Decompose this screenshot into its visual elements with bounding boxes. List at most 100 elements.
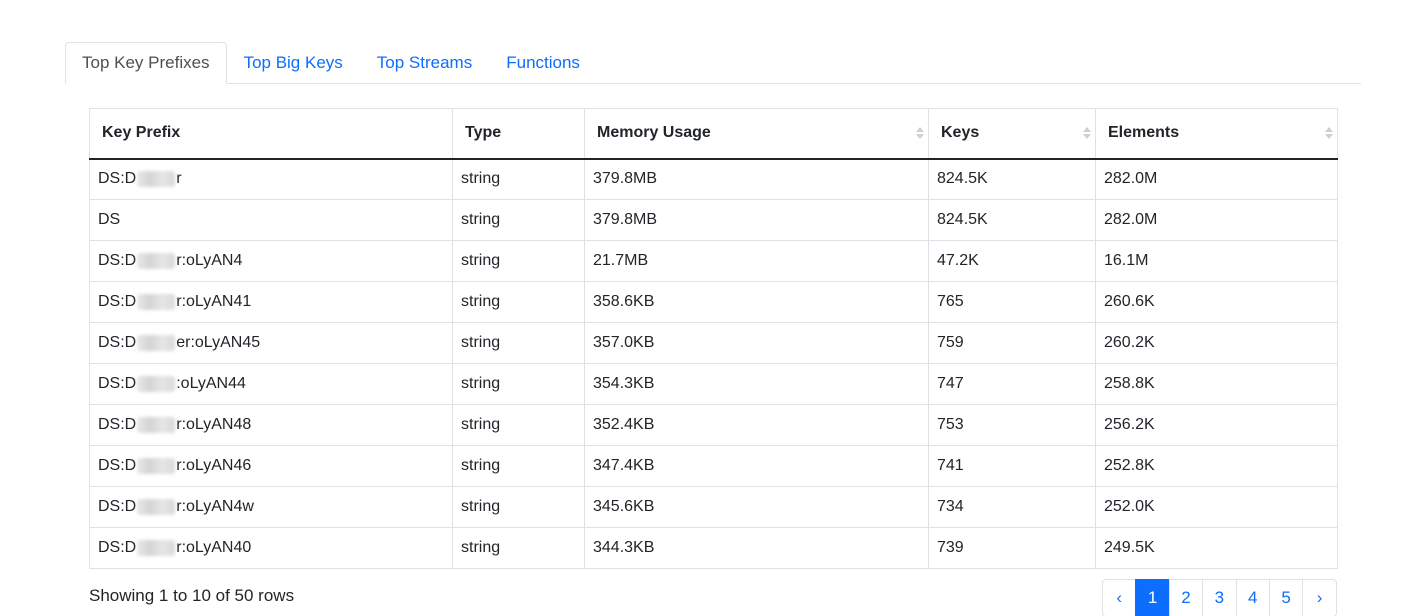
cell-elements: 282.0M (1095, 158, 1338, 200)
table-row: DS:D er:oLyAN45 string 357.0KB 759 260.2K (89, 322, 1338, 364)
pagination-page-3[interactable]: 3 (1202, 579, 1237, 616)
cell-key-prefix: DS (89, 199, 453, 241)
sort-icon[interactable] (1083, 127, 1091, 140)
cell-type: string (452, 199, 585, 241)
key-prefix-start: DS:D (98, 498, 137, 515)
cell-key-prefix: DS:D r:oLyAN4w (89, 486, 453, 528)
column-header-label: Key Prefix (102, 124, 181, 142)
column-header-keys[interactable]: Keys (928, 108, 1096, 160)
cell-keys: 747 (928, 363, 1096, 405)
table-row: DS:D r:oLyAN46 string 347.4KB 741 252.8K (89, 445, 1338, 487)
cell-type: string (452, 281, 585, 323)
redacted-blur (137, 375, 176, 392)
key-prefix-start: DS:D (98, 416, 137, 433)
cell-elements: 252.8K (1095, 445, 1338, 487)
redacted-blur (137, 252, 176, 269)
cell-key-prefix: DS:D r:oLyAN48 (89, 404, 453, 446)
sort-icon[interactable] (916, 127, 924, 140)
cell-memory-usage: 354.3KB (584, 363, 929, 405)
redacted-blur (137, 457, 176, 474)
key-prefix-end: r:oLyAN4 (176, 252, 243, 269)
redacted-blur (137, 416, 176, 433)
cell-keys: 47.2K (928, 240, 1096, 282)
key-prefix-table: Key Prefix Type Memory Usage Keys Elemen… (89, 108, 1338, 569)
cell-keys: 824.5K (928, 158, 1096, 200)
pagination-next-button[interactable]: › (1302, 579, 1337, 616)
cell-key-prefix: DS:D :oLyAN44 (89, 363, 453, 405)
key-prefix-start: DS:D (98, 252, 137, 269)
pagination-prev-button[interactable]: ‹ (1102, 579, 1137, 616)
pagination-page-1[interactable]: 1 (1135, 579, 1170, 616)
key-prefix-end: er:oLyAN45 (176, 334, 261, 351)
cell-type: string (452, 445, 585, 487)
key-prefix-start: DS:D (98, 375, 137, 392)
cell-memory-usage: 379.8MB (584, 158, 929, 200)
cell-elements: 260.6K (1095, 281, 1338, 323)
table-row: DS:D r:oLyAN40 string 344.3KB 739 249.5K (89, 527, 1338, 569)
cell-elements: 252.0K (1095, 486, 1338, 528)
cell-type: string (452, 240, 585, 282)
cell-key-prefix: DS:D r (89, 158, 453, 200)
cell-elements: 258.8K (1095, 363, 1338, 405)
table-row: DS:D r:oLyAN4w string 345.6KB 734 252.0K (89, 486, 1338, 528)
cell-keys: 753 (928, 404, 1096, 446)
table-row: DS:D r:oLyAN48 string 352.4KB 753 256.2K (89, 404, 1338, 446)
key-prefix-end: r:oLyAN46 (176, 457, 252, 474)
key-prefix-end: r:oLyAN4w (176, 498, 254, 515)
cell-memory-usage: 345.6KB (584, 486, 929, 528)
cell-key-prefix: DS:D r:oLyAN41 (89, 281, 453, 323)
redacted-blur (137, 539, 176, 556)
cell-key-prefix: DS:D r:oLyAN4 (89, 240, 453, 282)
column-header-label: Memory Usage (597, 124, 711, 142)
table-header-row: Key Prefix Type Memory Usage Keys Elemen… (89, 108, 1338, 160)
cell-elements: 282.0M (1095, 199, 1338, 241)
cell-memory-usage: 344.3KB (584, 527, 929, 569)
cell-elements: 256.2K (1095, 404, 1338, 446)
table-row: DS:D r string 379.8MB 824.5K 282.0M (89, 158, 1338, 200)
pagination-page-5[interactable]: 5 (1268, 579, 1304, 616)
table-row: DS string 379.8MB 824.5K 282.0M (89, 199, 1338, 241)
tab-top-key-prefixes[interactable]: Top Key Prefixes (65, 42, 227, 84)
key-prefix-end: :oLyAN44 (176, 375, 246, 392)
key-prefix-table-container: Key Prefix Type Memory Usage Keys Elemen… (89, 108, 1338, 569)
pagination-page-4[interactable]: 4 (1235, 579, 1270, 616)
cell-key-prefix: DS:D r:oLyAN46 (89, 445, 453, 487)
cell-elements: 16.1M (1095, 240, 1338, 282)
cell-keys: 759 (928, 322, 1096, 364)
sort-icon[interactable] (1325, 127, 1333, 140)
key-prefix-start: DS:D (98, 539, 137, 556)
tab-functions[interactable]: Functions (489, 42, 597, 84)
cell-keys: 739 (928, 527, 1096, 569)
cell-type: string (452, 527, 585, 569)
cell-type: string (452, 158, 585, 200)
cell-keys: 734 (928, 486, 1096, 528)
cell-keys: 741 (928, 445, 1096, 487)
column-header-type: Type (452, 108, 585, 160)
cell-memory-usage: 358.6KB (584, 281, 929, 323)
key-prefix-start: DS:D (98, 293, 137, 310)
cell-key-prefix: DS:D er:oLyAN45 (89, 322, 453, 364)
pagination-page-2[interactable]: 2 (1168, 579, 1204, 616)
tab-bar: Top Key Prefixes Top Big Keys Top Stream… (65, 42, 1361, 84)
pagination: ‹ 1 2 3 4 5 › (1102, 579, 1337, 616)
key-prefix-end: r:oLyAN41 (176, 293, 252, 310)
redacted-blur (137, 334, 176, 351)
tab-top-big-keys[interactable]: Top Big Keys (227, 42, 360, 84)
key-prefix-end: r (176, 170, 182, 188)
column-header-elements[interactable]: Elements (1095, 108, 1338, 160)
tab-top-streams[interactable]: Top Streams (360, 42, 489, 84)
rows-summary: Showing 1 to 10 of 50 rows (89, 586, 295, 605)
page: Top Key Prefixes Top Big Keys Top Stream… (0, 0, 1418, 616)
key-prefix-start: DS:D (98, 170, 137, 188)
key-prefix-start: DS:D (98, 334, 137, 351)
cell-type: string (452, 322, 585, 364)
cell-keys: 765 (928, 281, 1096, 323)
cell-memory-usage: 352.4KB (584, 404, 929, 446)
column-header-memory-usage[interactable]: Memory Usage (584, 108, 929, 160)
table-body: DS:D r string 379.8MB 824.5K 282.0M DS string 37… (89, 158, 1338, 569)
table-row: DS:D:oLyAN44 string 354.3KB 747 258.8K (89, 363, 1338, 405)
cell-memory-usage: 357.0KB (584, 322, 929, 364)
column-header-label: Elements (1108, 124, 1180, 142)
key-prefix-start: DS:D (98, 457, 137, 474)
column-header-key-prefix: Key Prefix (89, 108, 453, 160)
